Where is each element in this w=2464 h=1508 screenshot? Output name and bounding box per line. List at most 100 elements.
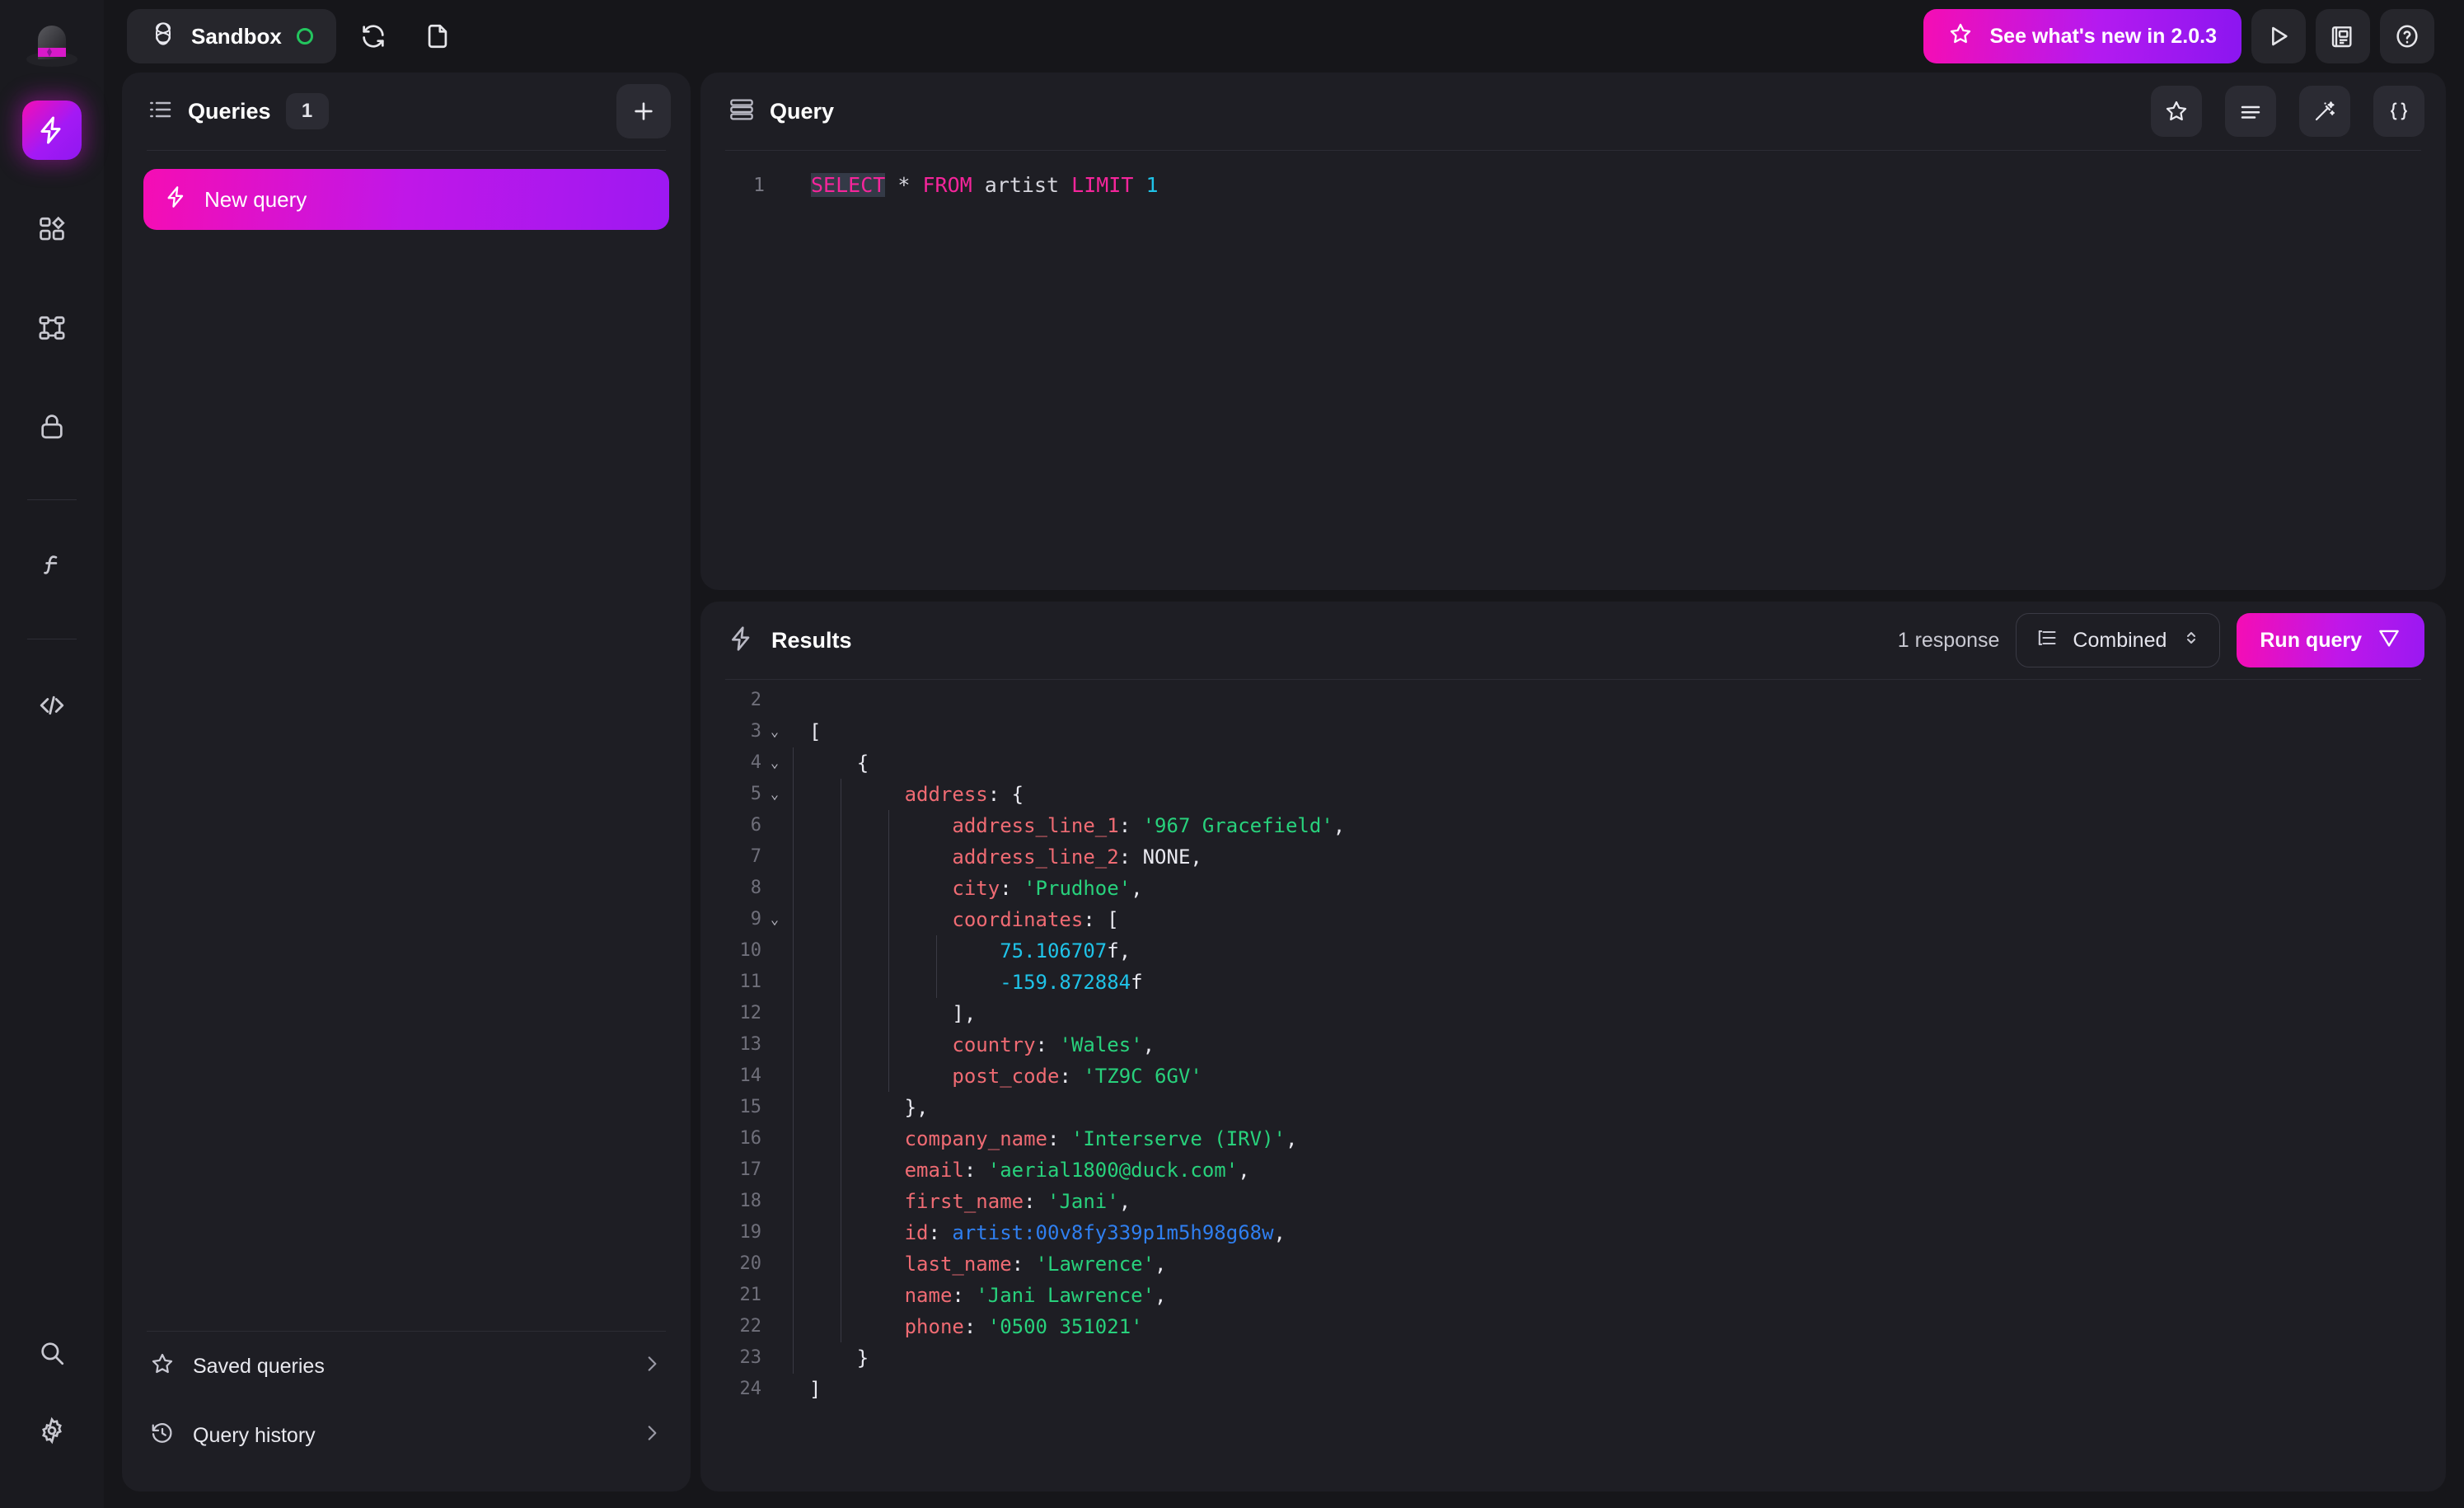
json-text: ], xyxy=(788,998,976,1029)
namespace-label: Sandbox xyxy=(191,23,282,49)
line-number: 11 xyxy=(739,972,762,992)
file-icon[interactable] xyxy=(410,9,465,63)
json-token: , xyxy=(1118,1190,1131,1213)
page-title: Query xyxy=(770,98,835,124)
json-line: 2 xyxy=(700,685,2446,716)
json-line: 10 75.106707f, xyxy=(700,935,2446,967)
json-token: country xyxy=(952,1033,1036,1056)
news-icon[interactable] xyxy=(2316,9,2370,63)
json-token: -159.872884 xyxy=(1000,971,1131,994)
line-number: 10 xyxy=(739,940,762,961)
indent-guide xyxy=(888,998,889,1029)
json-token: , xyxy=(1155,1284,1167,1307)
indent-guide xyxy=(793,1280,794,1311)
json-token: : xyxy=(963,1159,988,1182)
json-line: 18 first_name: 'Jani', xyxy=(700,1186,2446,1217)
json-token: address_line_2 xyxy=(952,845,1119,869)
sidebar-item-query[interactable] xyxy=(22,101,82,160)
json-text: company_name: 'Interserve (IRV)', xyxy=(788,1123,1297,1154)
indent-guide xyxy=(793,967,794,998)
fold-toggle[interactable]: ⌄ xyxy=(761,716,788,747)
fold-toggle[interactable]: ⌄ xyxy=(761,747,788,779)
indent-guide xyxy=(793,1029,794,1061)
sql-editor[interactable]: 1 SELECT * FROM artist LIMIT 1 xyxy=(700,151,2446,590)
hat-logo[interactable] xyxy=(25,23,79,68)
gear-icon[interactable] xyxy=(22,1401,82,1460)
list-view-icon xyxy=(2035,626,2058,655)
lightning-icon xyxy=(165,185,188,214)
sidebar-item-authentication[interactable] xyxy=(22,397,82,457)
saved-queries-button[interactable]: Saved queries xyxy=(122,1332,691,1401)
json-line: 8 city: 'Prudhoe', xyxy=(700,873,2446,904)
indent-guide xyxy=(793,1154,794,1186)
json-line: 19 id: artist:00v8fy339p1m5h98g68w, xyxy=(700,1217,2446,1248)
line-number: 6 xyxy=(750,815,761,836)
fold-toggle[interactable]: ⌄ xyxy=(761,779,788,810)
add-query-button[interactable] xyxy=(616,84,671,138)
line-number: 15 xyxy=(739,1097,762,1117)
sidebar-item-explorer[interactable] xyxy=(22,199,82,259)
json-text: } xyxy=(788,1342,869,1374)
fold-toggle[interactable]: ⌄ xyxy=(761,904,788,935)
json-token: [ xyxy=(809,720,822,743)
chevron-updown-icon xyxy=(2181,628,2201,653)
indent-guide xyxy=(793,904,794,935)
sidebar-item-graphql[interactable] xyxy=(22,298,82,358)
json-token: 'Wales' xyxy=(1059,1033,1143,1056)
code-token: * xyxy=(897,173,911,197)
json-lines: 2 3 ⌄[4 ⌄ {5 ⌄ address: {6 address_line_1: '… xyxy=(700,685,2446,1405)
line-number: 4 xyxy=(750,752,761,773)
help-icon[interactable] xyxy=(2380,9,2434,63)
json-line: 20 last_name: 'Lawrence', xyxy=(700,1248,2446,1280)
indent-guide xyxy=(793,841,794,873)
queries-header: Queries 1 xyxy=(122,73,691,150)
line-number: 7 xyxy=(750,846,761,867)
json-token: ] xyxy=(809,1378,822,1401)
json-token: , xyxy=(1142,1033,1155,1056)
whats-new-button[interactable]: See what's new in 2.0.3 xyxy=(1923,9,2241,63)
indent-guide xyxy=(793,779,794,810)
json-text: first_name: 'Jani', xyxy=(788,1186,1131,1217)
json-line: 11 -159.872884f xyxy=(700,967,2446,998)
query-history-button[interactable]: Query history xyxy=(122,1401,691,1470)
format-icon[interactable] xyxy=(2225,86,2276,137)
play-icon[interactable] xyxy=(2251,9,2306,63)
braces-icon[interactable] xyxy=(2373,86,2424,137)
json-token: '0500 351021' xyxy=(987,1315,1143,1338)
indent-guide xyxy=(793,873,794,904)
star-icon[interactable] xyxy=(2151,86,2202,137)
json-token: address xyxy=(904,783,988,806)
json-token: '967 Gracefield' xyxy=(1142,814,1333,837)
json-token: f xyxy=(1131,971,1143,994)
magic-wand-icon[interactable] xyxy=(2299,86,2350,137)
sidebar-item-api-docs[interactable] xyxy=(22,676,82,735)
json-text: 75.106707f, xyxy=(788,935,1131,967)
json-text: ] xyxy=(788,1374,821,1405)
run-query-button[interactable]: Run query xyxy=(2237,613,2424,667)
search-icon[interactable] xyxy=(22,1323,82,1383)
sidebar-item-functions[interactable] xyxy=(22,536,82,596)
chevron-right-icon xyxy=(641,1422,663,1449)
surreal-logo-icon xyxy=(150,21,176,53)
whats-new-label: See what's new in 2.0.3 xyxy=(1989,24,2217,48)
line-number: 1 xyxy=(753,175,765,196)
json-output[interactable]: 2 3 ⌄[4 ⌄ {5 ⌄ address: {6 address_line_1: '… xyxy=(700,680,2446,1492)
line-number: 17 xyxy=(739,1159,762,1180)
json-token: : xyxy=(1118,814,1143,837)
json-token: last_name xyxy=(904,1253,1012,1276)
list-item[interactable]: New query xyxy=(143,169,669,230)
json-text: city: 'Prudhoe', xyxy=(788,873,1143,904)
result-mode-select[interactable]: Combined xyxy=(2016,613,2221,667)
namespace-selector[interactable]: Sandbox xyxy=(127,9,336,63)
top-bar: Sandbox See what's new in 2.0.3 xyxy=(104,0,2464,73)
json-token: : xyxy=(952,1284,977,1307)
indent-guide xyxy=(793,1092,794,1123)
right-column: Query 1 SELECT * FROM artist LIMIT 1 Res… xyxy=(700,73,2446,1492)
json-token: : [ xyxy=(1083,908,1119,931)
reconnect-icon[interactable] xyxy=(346,9,401,63)
